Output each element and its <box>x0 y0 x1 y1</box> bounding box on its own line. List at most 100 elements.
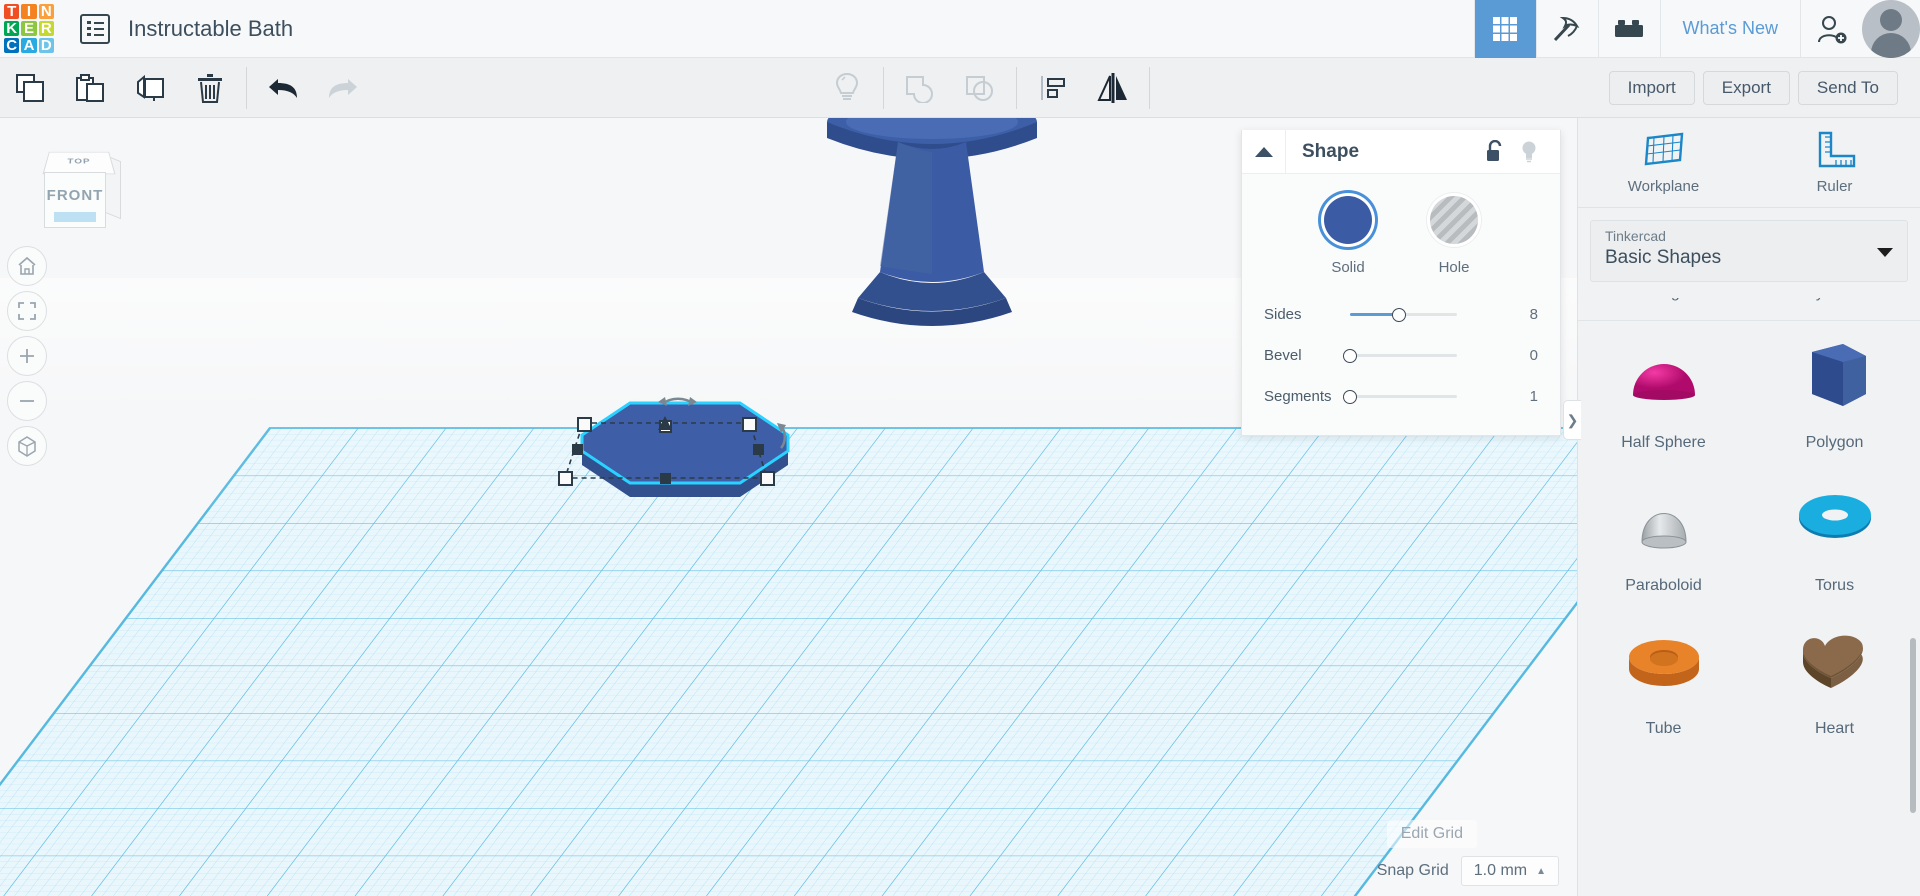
view-cube-highlight <box>54 212 96 222</box>
heart-thumbnail <box>1749 607 1920 714</box>
mirror-icon <box>1097 72 1128 103</box>
shape-tube[interactable]: Tube <box>1578 607 1749 750</box>
view-cube-top[interactable]: TOP <box>42 151 116 175</box>
shape-torus[interactable]: Torus <box>1749 464 1920 607</box>
user-avatar[interactable] <box>1862 0 1920 58</box>
export-button[interactable]: Export <box>1702 70 1790 105</box>
clipped-shape-row: Wedge Pyramid <box>1578 298 1920 320</box>
tube-label: Tube <box>1645 720 1682 737</box>
fit-to-view-button[interactable] <box>7 291 47 331</box>
shape-paraboloid[interactable]: Paraboloid <box>1578 464 1749 607</box>
home-view-button[interactable] <box>7 246 47 286</box>
selection-gizmo[interactable] <box>545 378 825 528</box>
paraboloid-icon <box>1640 512 1687 548</box>
paste-button[interactable] <box>60 58 120 118</box>
inspector-body: Solid Hole Sides 8 Bevel 0 Segments 1 <box>1242 174 1560 435</box>
copy-button[interactable] <box>0 58 60 118</box>
solid-label: Solid <box>1331 259 1365 276</box>
inspector-collapse-button[interactable] <box>1242 129 1286 174</box>
ungroup-button[interactable] <box>950 58 1010 118</box>
send-to-button[interactable]: Send To <box>1797 70 1898 105</box>
view-cube[interactable]: TOP FRONT <box>32 146 124 234</box>
sides-slider-row: Sides 8 <box>1242 294 1560 335</box>
logo-tile-k: K <box>4 21 20 37</box>
shape-inspector-panel: Shape Solid Hole Sides 8 Bevel 0 Segment… <box>1241 129 1561 436</box>
align-button[interactable] <box>1023 58 1083 118</box>
chevron-up-icon: ▲ <box>1536 865 1546 877</box>
light-bulb-button[interactable] <box>817 58 877 118</box>
duplicate-button[interactable] <box>120 58 180 118</box>
toolbar-divider <box>1149 66 1151 109</box>
tab-bricks[interactable] <box>1597 0 1660 58</box>
inspector-title: Shape <box>1302 140 1360 162</box>
ortho-perspective-button[interactable] <box>7 426 47 466</box>
group-button[interactable] <box>890 58 950 118</box>
logo-tile-r: R <box>38 21 54 37</box>
mirror-button[interactable] <box>1083 58 1143 118</box>
shape-half-sphere[interactable]: Half Sphere <box>1578 321 1749 464</box>
light-bulb-icon <box>836 72 859 100</box>
copy-icon <box>16 73 44 102</box>
sides-slider[interactable] <box>1350 307 1457 322</box>
bevel-slider[interactable] <box>1343 348 1457 363</box>
zoom-in-button[interactable] <box>7 336 47 376</box>
light-bulb-button[interactable] <box>1512 135 1546 169</box>
workplane-tool[interactable]: Workplane <box>1578 118 1749 207</box>
shape-library-dropdown[interactable]: Tinkercad Basic Shapes <box>1590 220 1908 282</box>
snap-grid-dropdown[interactable]: 1.0 mm ▲ <box>1460 856 1559 886</box>
unlock-button[interactable] <box>1478 135 1512 169</box>
shape-polygon[interactable]: Polygon <box>1749 321 1920 464</box>
panel-collapse-toggle[interactable]: ❯ <box>1563 400 1581 440</box>
shape-row-3: Tube Heart <box>1578 607 1920 750</box>
tab-3d-designs[interactable] <box>1473 0 1536 58</box>
logo-tile-d: D <box>38 38 54 54</box>
logo-tile-n: N <box>38 3 54 19</box>
pedestal-object[interactable] <box>820 118 1050 350</box>
bevel-label: Bevel <box>1264 347 1302 364</box>
shape-grid: Wedge Pyramid H <box>1578 298 1920 896</box>
snap-grid-control: Snap Grid 1.0 mm ▲ <box>1377 856 1559 886</box>
paraboloid-thumbnail <box>1578 464 1749 571</box>
undo-button[interactable] <box>253 58 313 118</box>
logo-tile-a: A <box>21 38 37 54</box>
zoom-out-button[interactable] <box>7 381 47 421</box>
segments-slider[interactable] <box>1343 389 1457 404</box>
panel-tools: Workplane Ruler <box>1578 118 1920 208</box>
plus-icon <box>20 349 34 363</box>
shape-wedge-label: Wedge <box>1578 298 1749 302</box>
whats-new-link[interactable]: What's New <box>1659 0 1800 58</box>
ruler-tool[interactable]: Ruler <box>1749 118 1920 207</box>
pickaxe-icon <box>1553 16 1580 41</box>
view-cube-front[interactable]: FRONT <box>44 172 106 228</box>
edit-grid-button[interactable]: Edit Grid <box>1386 820 1477 848</box>
triangle-up-icon <box>1254 146 1273 157</box>
shape-heart[interactable]: Heart <box>1749 607 1920 750</box>
inspector-header-icons <box>1478 135 1560 169</box>
solid-swatch[interactable]: Solid <box>1324 196 1372 276</box>
delete-button[interactable] <box>180 58 240 118</box>
unlock-icon <box>1487 139 1502 161</box>
workplane-label: Workplane <box>1627 178 1700 195</box>
tinkercad-app: TINKERCAD Instructable Bath What's New I… <box>0 0 1920 896</box>
cube-icon <box>18 435 36 457</box>
logo-tile-t: T <box>4 3 20 19</box>
shape-row-2: Paraboloid Torus <box>1578 464 1920 607</box>
redo-button[interactable] <box>313 58 373 118</box>
redo-arrow-icon <box>329 78 357 98</box>
paraboloid-label: Paraboloid <box>1625 577 1702 594</box>
hole-swatch[interactable]: Hole <box>1430 196 1478 276</box>
trash-icon <box>198 73 222 103</box>
polygon-icon <box>1811 343 1866 406</box>
align-icon <box>1041 75 1066 100</box>
tinkercad-logo[interactable]: TIN KER CAD <box>0 0 58 58</box>
torus-thumbnail <box>1749 464 1920 571</box>
tube-icon <box>1628 639 1699 686</box>
invite-people-button[interactable] <box>1800 0 1862 58</box>
top-bar: TINKERCAD Instructable Bath What's New <box>0 0 1920 58</box>
tab-minecraft[interactable] <box>1535 0 1598 58</box>
project-list-icon[interactable] <box>80 13 110 44</box>
edit-tools-group <box>0 58 373 118</box>
fit-frame-icon <box>18 302 36 320</box>
import-button[interactable]: Import <box>1608 70 1695 105</box>
panel-scrollbar[interactable] <box>1910 638 1916 813</box>
